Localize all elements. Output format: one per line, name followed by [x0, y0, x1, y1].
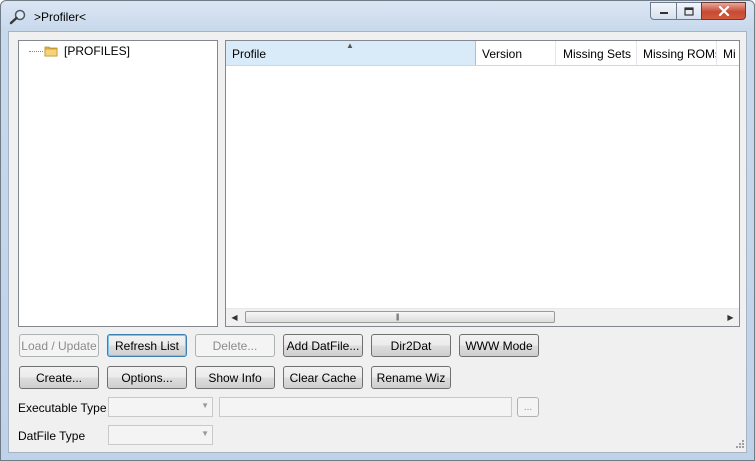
show-info-button[interactable]: Show Info: [195, 366, 275, 389]
rename-wiz-button[interactable]: Rename Wiz: [371, 366, 451, 389]
magnifier-icon: [9, 9, 26, 25]
column-label: Profile: [232, 47, 267, 61]
executable-path-field[interactable]: [219, 397, 512, 417]
caption-buttons: [650, 2, 746, 22]
grip-icon: |||: [396, 314, 400, 321]
datfile-type-select[interactable]: ▼: [108, 425, 213, 445]
www-mode-button[interactable]: WWW Mode: [459, 334, 539, 357]
column-label: Missing ROMs: [643, 47, 717, 61]
maximize-button[interactable]: [676, 2, 701, 20]
create-button[interactable]: Create...: [19, 366, 99, 389]
datfile-type-label: DatFile Type: [18, 429, 86, 443]
maximize-icon: [684, 6, 694, 16]
executable-type-select[interactable]: ▼: [108, 397, 213, 417]
list-header: ▲ Profile Version Missing Sets Missing R…: [226, 41, 739, 66]
column-header-version[interactable]: Version: [476, 41, 556, 65]
close-button[interactable]: [701, 2, 746, 20]
column-header-truncated[interactable]: Mi: [717, 41, 739, 65]
chevron-down-icon: ▼: [201, 401, 209, 410]
minimize-icon: [659, 12, 668, 14]
horizontal-scrollbar[interactable]: ◀ ||| ▶: [226, 308, 739, 326]
scroll-right-button[interactable]: ▶: [722, 309, 739, 326]
minimize-button[interactable]: [650, 2, 676, 20]
load-update-button[interactable]: Load / Update: [19, 334, 99, 357]
client-area: [PROFILES] ▲ Profile Version Missing Set…: [8, 31, 747, 453]
scroll-left-button[interactable]: ◀: [226, 309, 243, 326]
executable-type-label: Executable Type: [18, 401, 107, 415]
sort-ascending-icon: ▲: [346, 41, 354, 50]
profiles-tree[interactable]: [PROFILES]: [18, 40, 218, 327]
resize-grip-icon[interactable]: [733, 439, 745, 451]
column-label: Mi: [723, 47, 736, 61]
add-datfile-button[interactable]: Add DatFile...: [283, 334, 363, 357]
options-button[interactable]: Options...: [107, 366, 187, 389]
tree-item-label: [PROFILES]: [64, 44, 131, 58]
window-title: >Profiler<: [34, 10, 87, 24]
tree-item-profiles[interactable]: [PROFILES]: [29, 43, 130, 59]
profiles-list[interactable]: ▲ Profile Version Missing Sets Missing R…: [225, 40, 740, 327]
column-header-missing-roms[interactable]: Missing ROMs: [637, 41, 717, 65]
column-label: Missing Sets: [562, 47, 631, 61]
title-bar[interactable]: >Profiler<: [1, 1, 754, 31]
clear-cache-button[interactable]: Clear Cache: [283, 366, 363, 389]
scroll-thumb[interactable]: |||: [245, 311, 555, 323]
arrow-left-icon: ◀: [231, 313, 238, 322]
profiler-window: >Profiler< [PROFILES] ▲ Profile Version …: [0, 0, 755, 461]
folder-icon: [44, 46, 58, 57]
delete-button[interactable]: Delete...: [195, 334, 275, 357]
chevron-down-icon: ▼: [201, 429, 209, 438]
refresh-list-button[interactable]: Refresh List: [107, 334, 187, 357]
browse-button[interactable]: ...: [517, 397, 539, 417]
column-header-missing-sets[interactable]: Missing Sets: [556, 41, 637, 65]
arrow-right-icon: ▶: [727, 313, 734, 322]
dir2dat-button[interactable]: Dir2Dat: [371, 334, 451, 357]
column-label: Version: [482, 47, 523, 61]
tree-connector: [29, 50, 43, 52]
close-icon: [718, 6, 729, 16]
column-header-profile[interactable]: ▲ Profile: [226, 41, 476, 65]
